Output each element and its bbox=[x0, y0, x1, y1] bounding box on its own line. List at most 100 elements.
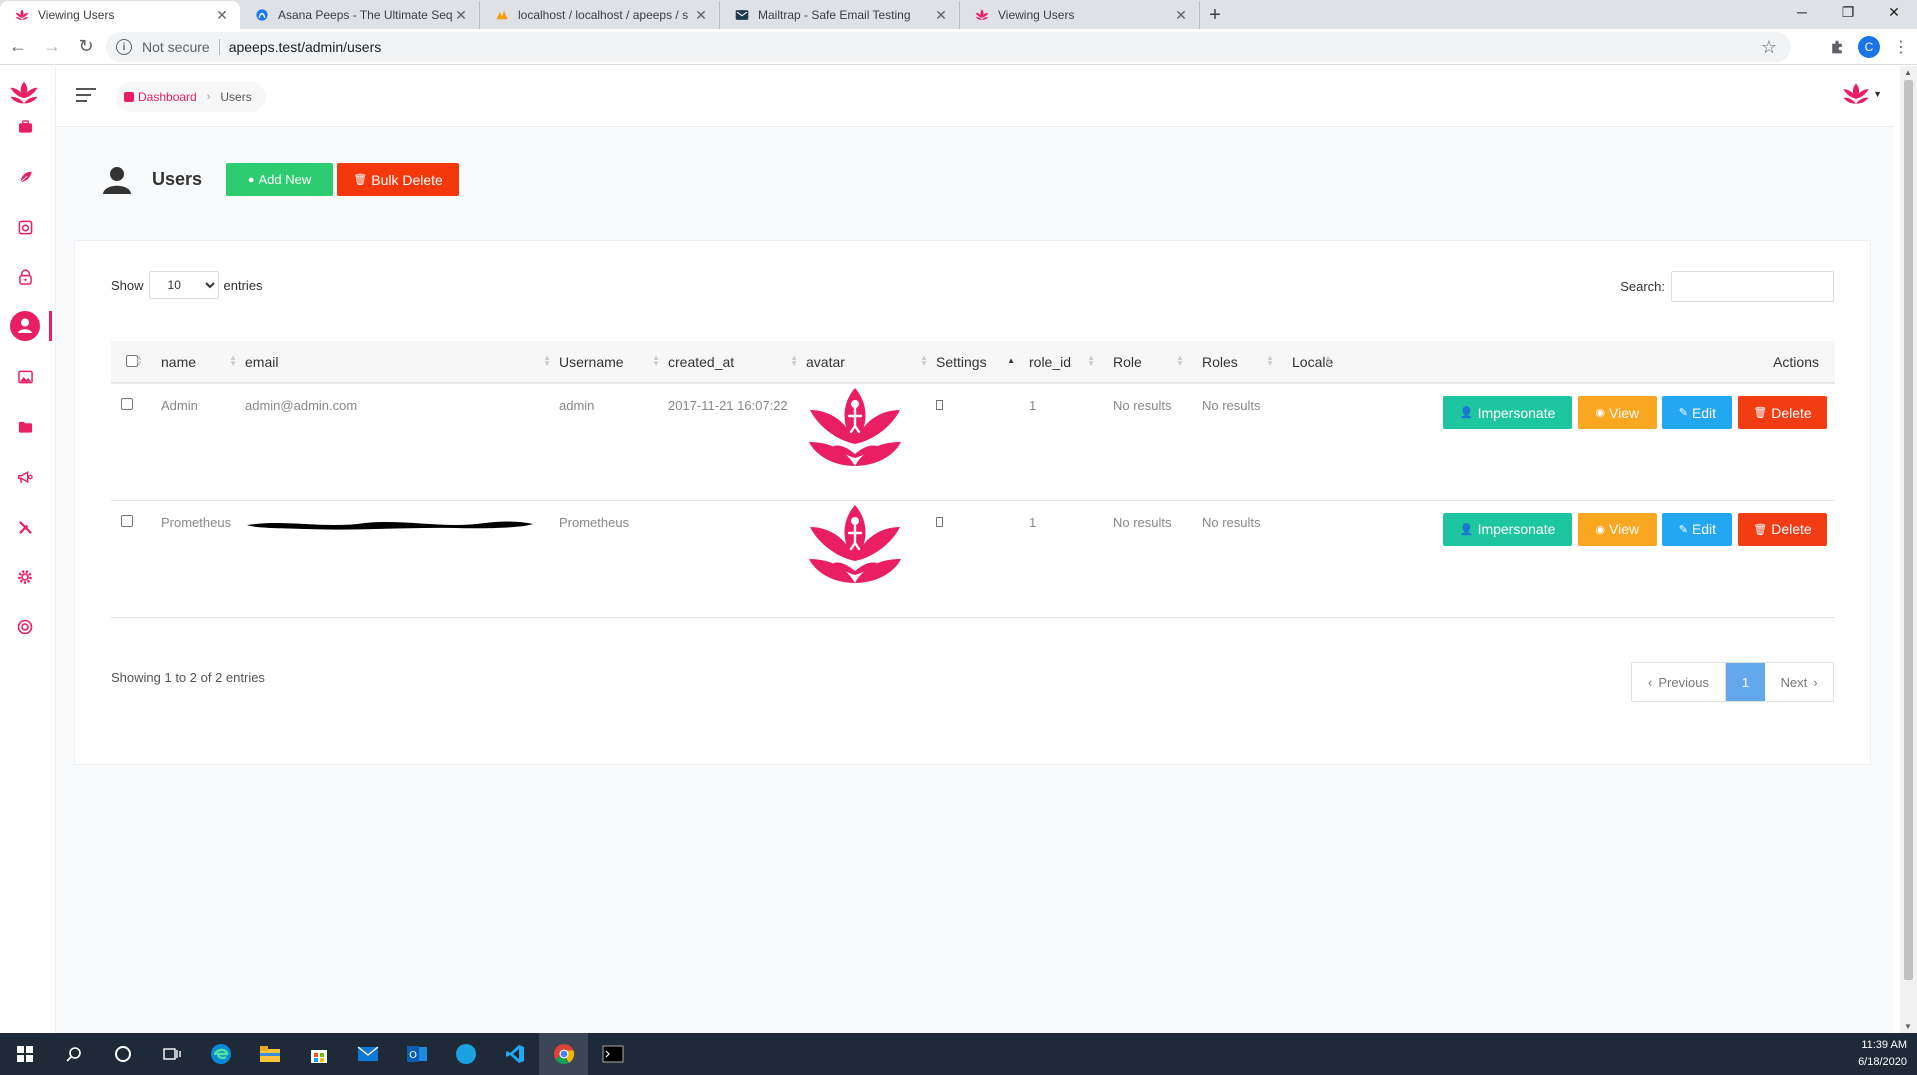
outlook-icon[interactable]: O bbox=[392, 1033, 441, 1075]
reload-icon[interactable]: ↻ bbox=[70, 31, 102, 63]
impersonate-button[interactable]: 👤 Impersonate bbox=[1443, 396, 1573, 429]
edit-button[interactable]: ✎ Edit bbox=[1662, 512, 1733, 546]
sidebar-item-briefcase[interactable] bbox=[0, 112, 50, 142]
user-icon bbox=[103, 166, 131, 194]
page-scrollbar[interactable]: ▲ ▼ bbox=[1900, 66, 1917, 1033]
store-icon[interactable] bbox=[294, 1033, 343, 1075]
column-header-name[interactable]: name ▲ ▼ bbox=[161, 341, 245, 383]
edit-label: Edit bbox=[1691, 521, 1717, 537]
search-label: Search: bbox=[1620, 279, 1665, 294]
back-arrow-icon[interactable]: ← bbox=[2, 31, 34, 63]
select-all-header[interactable]: ▲ ▼ bbox=[111, 341, 161, 383]
new-tab-button[interactable]: + bbox=[1200, 1, 1230, 29]
tab-close-icon[interactable]: ✕ bbox=[214, 7, 230, 24]
lotus-logo-icon[interactable] bbox=[9, 80, 39, 111]
scroll-down-icon[interactable]: ▼ bbox=[1904, 1022, 1912, 1031]
file-explorer-icon[interactable] bbox=[245, 1033, 294, 1075]
tab-close-icon[interactable]: ✕ bbox=[693, 7, 709, 24]
column-header-avatar[interactable]: avatar ▲ ▼ bbox=[806, 341, 936, 383]
tab-close-icon[interactable]: ✕ bbox=[453, 7, 469, 24]
scrollbar-thumb[interactable] bbox=[1904, 80, 1913, 980]
settings-placeholder-icon bbox=[936, 516, 943, 527]
tab-close-icon[interactable]: ✕ bbox=[1173, 7, 1189, 24]
bookmark-star-icon[interactable]: ☆ bbox=[1761, 37, 1777, 58]
browser-tab[interactable]: Mailtrap - Safe Email Testing ✕ bbox=[720, 1, 960, 29]
app-sidebar bbox=[0, 66, 56, 1033]
browser-tab[interactable]: localhost / localhost / apeeps / s ✕ bbox=[480, 1, 720, 29]
minimize-icon[interactable]: ─ bbox=[1779, 0, 1825, 24]
tab-close-icon[interactable]: ✕ bbox=[933, 7, 949, 24]
sidebar-item-support[interactable] bbox=[0, 612, 50, 642]
extensions-puzzle-icon[interactable] bbox=[1821, 39, 1853, 55]
column-header-locale[interactable]: Locale ▲ ▼ bbox=[1292, 341, 1392, 383]
column-header-email[interactable]: email ▲ ▼ bbox=[245, 341, 559, 383]
row-select[interactable] bbox=[111, 500, 161, 617]
sidebar-item-folder[interactable] bbox=[0, 412, 50, 442]
column-header-created-at[interactable]: created_at ▲ ▼ bbox=[668, 341, 806, 383]
lotus-favicon-icon bbox=[974, 7, 990, 23]
briefcase-icon bbox=[17, 119, 33, 135]
url-text[interactable]: apeeps.test/admin/users bbox=[229, 39, 382, 55]
camera-icon bbox=[17, 219, 33, 235]
sidebar-item-settings[interactable] bbox=[0, 562, 50, 592]
edit-button[interactable]: ✎ Edit bbox=[1662, 396, 1733, 429]
edit-label: Edit bbox=[1691, 404, 1717, 421]
info-icon[interactable]: i bbox=[116, 39, 132, 55]
column-header-role-id[interactable]: role_id ▲ ▼ bbox=[1029, 341, 1113, 383]
browser-tab[interactable]: Viewing Users ✕ bbox=[960, 1, 1200, 29]
user-avatar-lotus-icon bbox=[1843, 83, 1869, 104]
edge-browser-icon[interactable] bbox=[196, 1033, 245, 1075]
user-menu-toggle[interactable]: ▼ bbox=[1842, 82, 1882, 106]
chevron-left-icon: ‹ bbox=[1648, 674, 1653, 690]
vscode-icon[interactable] bbox=[490, 1033, 539, 1075]
view-button[interactable]: ◉ View bbox=[1577, 512, 1657, 546]
column-header-roles[interactable]: Roles ▲ ▼ bbox=[1202, 341, 1292, 383]
restore-icon[interactable]: ❐ bbox=[1825, 0, 1871, 24]
browser-tab[interactable]: Asana Peeps - The Ultimate Sequ ✕ bbox=[240, 1, 480, 29]
previous-page-button[interactable]: ‹ Previous bbox=[1632, 663, 1726, 701]
row-checkbox[interactable] bbox=[121, 514, 133, 527]
browser-tab[interactable]: Viewing Users ✕ bbox=[0, 1, 240, 29]
menu-toggle-icon[interactable] bbox=[76, 88, 96, 106]
scroll-up-icon[interactable]: ▲ bbox=[1904, 68, 1912, 77]
next-page-button[interactable]: Next › bbox=[1765, 663, 1833, 701]
terminal-icon[interactable] bbox=[588, 1033, 637, 1075]
windows-start-icon[interactable] bbox=[0, 1033, 49, 1075]
page-length-select[interactable]: 10 bbox=[148, 271, 219, 299]
breadcrumb-dashboard-link[interactable]: Dashboard bbox=[124, 90, 197, 104]
sort-icon: ▲ ▼ bbox=[920, 353, 928, 368]
search-input[interactable] bbox=[1671, 271, 1834, 302]
sidebar-item-marketing[interactable] bbox=[0, 462, 50, 492]
page-1-button[interactable]: 1 bbox=[1726, 663, 1765, 701]
sidebar-item-camera[interactable] bbox=[0, 212, 50, 242]
address-bar[interactable]: i Not secure apeeps.test/admin/users ☆ bbox=[106, 32, 1791, 62]
bulk-delete-button[interactable]: 🗑 Bulk Delete bbox=[337, 163, 460, 196]
profile-avatar[interactable]: C bbox=[1858, 36, 1880, 58]
delete-button[interactable]: 🗑 Delete bbox=[1738, 396, 1827, 429]
search-icon[interactable] bbox=[49, 1033, 98, 1075]
forward-arrow-icon[interactable]: → bbox=[36, 31, 68, 63]
browser-menu-icon[interactable]: ⋮ bbox=[1885, 37, 1917, 57]
chrome-icon[interactable] bbox=[539, 1033, 588, 1075]
close-window-icon[interactable]: ✕ bbox=[1871, 0, 1917, 24]
column-header-settings[interactable]: Settings ▲ bbox=[936, 341, 1029, 383]
row-select[interactable] bbox=[111, 383, 161, 500]
mail-icon[interactable] bbox=[343, 1033, 392, 1075]
view-button[interactable]: ◉ View bbox=[1577, 396, 1657, 429]
sidebar-item-media[interactable] bbox=[0, 362, 50, 392]
sidebar-item-tools[interactable] bbox=[0, 512, 50, 542]
sidebar-item-lock[interactable] bbox=[0, 262, 50, 292]
user-icon: 👤 bbox=[1459, 407, 1474, 419]
impersonate-button[interactable]: 👤 Impersonate bbox=[1443, 512, 1573, 546]
row-checkbox[interactable] bbox=[121, 398, 133, 410]
sidebar-item-leaf[interactable] bbox=[0, 162, 50, 192]
task-view-icon[interactable] bbox=[147, 1033, 196, 1075]
add-new-button[interactable]: ● Add New bbox=[226, 163, 334, 196]
column-header-role[interactable]: Role ▲ ▼ bbox=[1113, 341, 1202, 383]
system-clock[interactable]: 11:39 AM 6/18/2020 bbox=[1858, 1037, 1907, 1071]
delete-button[interactable]: 🗑 Delete bbox=[1738, 512, 1827, 546]
cortana-icon[interactable] bbox=[98, 1033, 147, 1075]
column-header-username[interactable]: Username ▲ ▼ bbox=[559, 341, 668, 383]
skype-icon[interactable] bbox=[441, 1033, 490, 1075]
sidebar-item-users[interactable] bbox=[0, 311, 52, 341]
